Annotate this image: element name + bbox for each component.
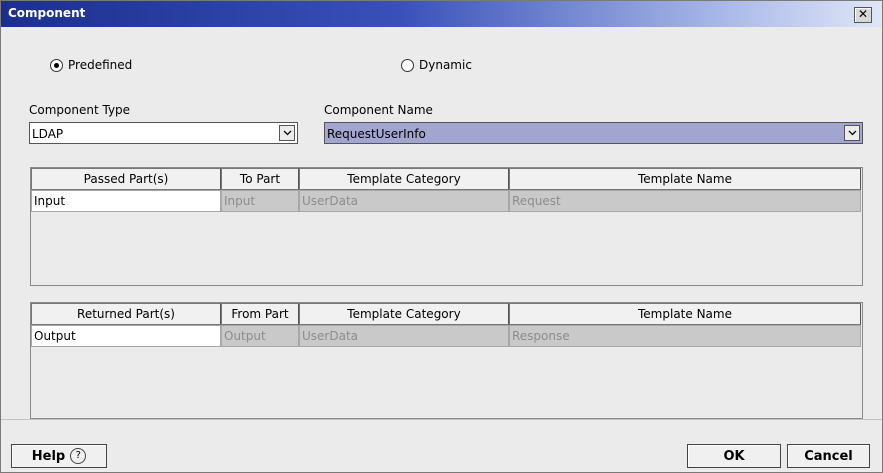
table-cell[interactable]: Input	[31, 190, 221, 212]
component-type-value: LDAP	[32, 127, 64, 141]
help-icon: ?	[70, 448, 87, 464]
chevron-down-icon[interactable]	[844, 125, 860, 141]
help-button[interactable]: Help ?	[11, 444, 107, 468]
column-header[interactable]: Returned Part(s)	[31, 303, 221, 325]
table-cell: UserData	[299, 325, 509, 347]
column-header[interactable]: To Part	[221, 168, 299, 190]
table-header: Passed Part(s) To Part Template Category…	[31, 168, 861, 190]
title-bar[interactable]: Component ✕	[1, 1, 882, 27]
passed-parts-table: Passed Part(s) To Part Template Category…	[30, 167, 863, 286]
table-cell: Output	[221, 325, 299, 347]
cancel-button[interactable]: Cancel	[787, 444, 870, 468]
radio-unselected-icon	[401, 58, 414, 72]
close-icon: ✕	[857, 7, 869, 21]
column-header[interactable]: Template Name	[509, 303, 861, 325]
predefined-label: Predefined	[68, 58, 133, 72]
table-row[interactable]: Input Input UserData Request	[31, 190, 861, 212]
component-type-select[interactable]: LDAP	[29, 122, 298, 144]
column-header[interactable]: Passed Part(s)	[31, 168, 221, 190]
radio-selected-icon	[50, 58, 63, 72]
component-dialog: Component ✕ Predefined Dynamic Component…	[0, 0, 883, 473]
table-cell: Request	[509, 190, 861, 212]
component-name-select[interactable]: RequestUserInfo	[324, 122, 863, 144]
returned-parts-table: Returned Part(s) From Part Template Cate…	[30, 302, 863, 419]
close-button[interactable]: ✕	[854, 7, 872, 23]
help-label: Help	[31, 448, 66, 464]
component-name-label: Component Name	[324, 103, 433, 117]
table-cell: UserData	[299, 190, 509, 212]
table-row[interactable]: Output Output UserData Response	[31, 325, 861, 347]
ok-label: OK	[723, 448, 745, 464]
predefined-radio[interactable]: Predefined	[50, 58, 132, 72]
table-header: Returned Part(s) From Part Template Cate…	[31, 303, 861, 325]
ok-button[interactable]: OK	[687, 444, 781, 468]
column-header[interactable]: From Part	[221, 303, 299, 325]
component-type-label: Component Type	[29, 103, 131, 117]
table-cell[interactable]: Output	[31, 325, 221, 347]
dynamic-radio[interactable]: Dynamic	[401, 58, 472, 72]
footer-divider	[1, 419, 882, 420]
cancel-label: Cancel	[804, 448, 853, 464]
component-name-value: RequestUserInfo	[327, 127, 426, 141]
table-cell: Input	[221, 190, 299, 212]
dialog-title: Component	[8, 6, 86, 20]
chevron-down-icon[interactable]	[279, 125, 295, 141]
column-header[interactable]: Template Category	[299, 168, 509, 190]
table-cell: Response	[509, 325, 861, 347]
column-header[interactable]: Template Name	[509, 168, 861, 190]
dynamic-label: Dynamic	[419, 58, 472, 72]
column-header[interactable]: Template Category	[299, 303, 509, 325]
